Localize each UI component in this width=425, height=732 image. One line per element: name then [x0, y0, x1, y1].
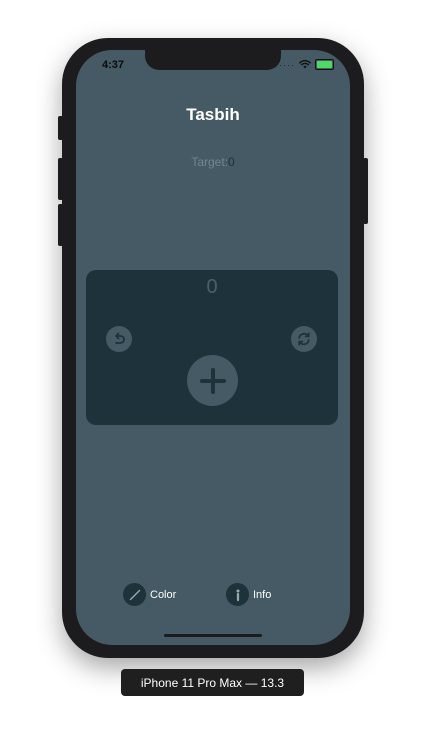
- undo-icon: [115, 332, 125, 344]
- target-label: Target:: [191, 155, 228, 169]
- target-value[interactable]: 0: [228, 155, 235, 169]
- color-label: Color: [150, 588, 177, 601]
- battery-level-fill: [317, 61, 332, 68]
- undo-button[interactable]: [106, 326, 132, 352]
- color-icon-circle: [123, 583, 146, 606]
- simulator-device-label: iPhone 11 Pro Max — 13.3: [121, 669, 304, 696]
- target-display: Target:0: [76, 155, 350, 169]
- battery-charging-icon: [315, 59, 334, 70]
- volume-up-button: [58, 158, 63, 200]
- signal-dots: ····: [279, 59, 295, 70]
- wifi-icon: [299, 60, 311, 69]
- counter-card: 0: [86, 270, 338, 425]
- notch: [145, 50, 281, 70]
- mute-switch: [58, 116, 63, 140]
- pencil-icon: [129, 589, 140, 600]
- increment-button[interactable]: [187, 355, 238, 406]
- reset-button[interactable]: [291, 326, 317, 352]
- info-button[interactable]: Info: [226, 583, 271, 606]
- info-label: Info: [253, 588, 272, 601]
- color-button[interactable]: Color: [123, 583, 176, 606]
- info-icon-circle: [226, 583, 249, 606]
- page-title: Tasbih: [186, 105, 240, 124]
- bottom-toolbar: Color Info: [76, 583, 350, 607]
- status-icons: ····: [279, 59, 334, 70]
- refresh-icon: [298, 332, 310, 346]
- plus-icon: [199, 367, 226, 394]
- counter-value: 0: [206, 276, 218, 298]
- iphone-device-frame: 4:37 ···· Tasbih Target:0 0 Color Info: [58, 38, 368, 658]
- info-icon: [236, 589, 239, 601]
- app-screen: 4:37 ···· Tasbih Target:0 0 Color Info: [76, 50, 350, 645]
- volume-down-button: [58, 204, 63, 246]
- status-time: 4:37: [102, 59, 125, 71]
- home-indicator[interactable]: [164, 634, 262, 637]
- side-power-button: [363, 158, 368, 224]
